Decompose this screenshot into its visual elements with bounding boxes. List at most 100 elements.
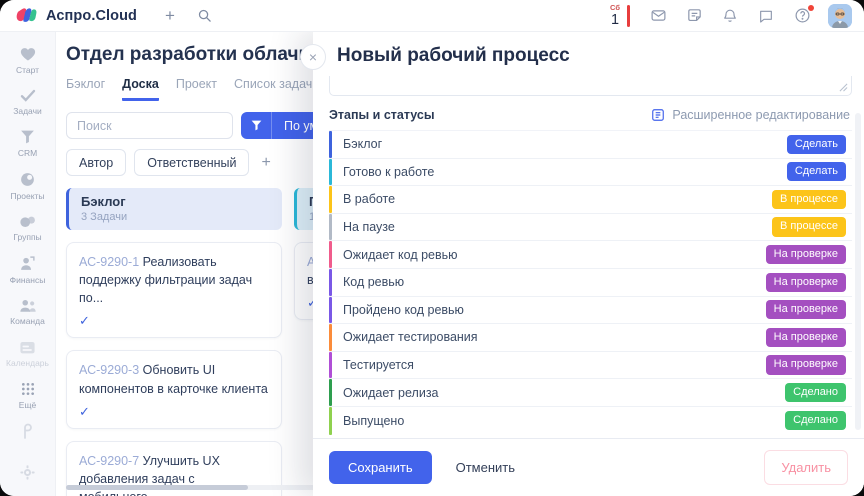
chat-button[interactable] <box>756 6 776 26</box>
projects-icon <box>19 171 36 188</box>
close-button[interactable]: × <box>300 44 326 70</box>
create-plus-button[interactable]: + <box>165 7 175 24</box>
team-icon <box>19 298 37 313</box>
calendar-icon <box>19 339 36 355</box>
modal-title: Новый рабочий процесс <box>337 45 570 66</box>
stage-name: Бэклог <box>343 137 382 151</box>
crm-icon <box>19 129 36 145</box>
status-badge[interactable]: Сделать <box>787 135 846 154</box>
sidebar-item-start[interactable]: Старт <box>0 46 55 75</box>
date-accent-bar <box>627 5 630 27</box>
kanban-column-backlog: Бэклог 3 Задачи АС-9290-1 Реализовать по… <box>66 188 282 496</box>
stage-row[interactable]: Пройдено код ревью На проверке <box>329 297 852 325</box>
topbar: Аспро.Cloud + Сб 1 <box>0 0 864 32</box>
advanced-edit-label: Расширенное редактирование <box>672 108 850 122</box>
stage-color-bar <box>329 407 332 435</box>
app-window: Аспро.Cloud + Сб 1 <box>0 0 864 496</box>
task-id: АС-9290-3 <box>79 363 139 377</box>
tab-board[interactable]: Доска <box>122 77 159 101</box>
sidebar-item-groups[interactable]: Группы <box>0 214 55 242</box>
save-button[interactable]: Сохранить <box>329 451 432 484</box>
logo-text: Аспро.Cloud <box>46 8 137 24</box>
advanced-edit-icon <box>651 108 665 122</box>
sidebar: Старт Задачи CRM Проекты Группы Финансы … <box>0 32 56 496</box>
stage-color-bar <box>329 241 332 268</box>
stage-row[interactable]: Готово к работе Сделать <box>329 159 852 187</box>
logo[interactable]: Аспро.Cloud <box>16 7 137 25</box>
stage-color-bar <box>329 352 332 379</box>
cancel-button[interactable]: Отменить <box>452 451 519 484</box>
scrollbar-thumb[interactable] <box>66 485 248 490</box>
stage-row[interactable]: Ожидает тестирования На проверке <box>329 324 852 352</box>
stage-name: На паузе <box>343 220 395 234</box>
sidebar-item-finance[interactable]: Финансы <box>0 255 55 285</box>
stage-row[interactable]: Ожидает релиза Сделано <box>329 379 852 407</box>
mail-button[interactable] <box>648 6 668 26</box>
task-card[interactable]: АС-9290-3 Обновить UI компонентов в карт… <box>66 350 282 428</box>
stage-row[interactable]: Тестируется На проверке <box>329 352 852 380</box>
stage-color-bar <box>329 159 332 186</box>
task-id: АС-9290-7 <box>79 454 139 468</box>
stage-name: Готово к работе <box>343 165 434 179</box>
column-header[interactable]: Бэклог 3 Задачи <box>66 188 282 230</box>
tab-backlog[interactable]: Бэклог <box>66 77 105 101</box>
status-badge[interactable]: Сделать <box>787 162 846 181</box>
description-textarea[interactable] <box>329 76 852 96</box>
sidebar-item-calendar[interactable]: Календарь <box>0 339 55 368</box>
stage-row[interactable]: Ожидает код ревью На проверке <box>329 241 852 269</box>
search-button[interactable] <box>197 8 212 23</box>
modal-scrollbar[interactable] <box>855 113 861 430</box>
help-button[interactable] <box>792 6 812 26</box>
stage-row[interactable]: Выпущено Сделано <box>329 407 852 435</box>
stage-color-bar <box>329 214 332 241</box>
mail-icon <box>650 7 667 24</box>
tab-project[interactable]: Проект <box>176 77 217 101</box>
sidebar-label: Проекты <box>10 191 44 201</box>
status-badge[interactable]: В процессе <box>772 217 846 236</box>
sidebar-label: Календарь <box>6 358 49 368</box>
status-badge[interactable]: На проверке <box>766 328 846 347</box>
topbar-right: Сб 1 <box>610 4 852 28</box>
status-badge[interactable]: В процессе <box>772 190 846 209</box>
stage-name: Ожидает релиза <box>343 386 439 400</box>
stage-row[interactable]: В работе В процессе <box>329 186 852 214</box>
sidebar-item-more[interactable]: Ещё <box>0 381 55 410</box>
tab-task-list[interactable]: Список задач <box>234 77 312 101</box>
delete-button[interactable]: Удалить <box>764 450 848 485</box>
calendar-date-widget[interactable]: Сб 1 <box>610 4 630 27</box>
sidebar-item-team[interactable]: Команда <box>0 298 55 326</box>
chat-icon <box>758 8 774 24</box>
status-badge[interactable]: На проверке <box>766 273 846 292</box>
notes-button[interactable] <box>684 6 704 26</box>
task-card[interactable]: АС-9290-1 Реализовать поддержку фильтрац… <box>66 242 282 338</box>
sidebar-item-apps[interactable] <box>19 423 37 446</box>
status-badge[interactable]: На проверке <box>766 300 846 319</box>
search-icon <box>197 8 212 23</box>
user-avatar[interactable] <box>828 4 852 28</box>
sidebar-item-projects[interactable]: Проекты <box>0 171 55 201</box>
status-badge[interactable]: На проверке <box>766 245 846 264</box>
bell-icon <box>722 7 738 24</box>
task-id: АС-9290-1 <box>79 255 139 269</box>
notifications-button[interactable] <box>720 6 740 26</box>
status-badge[interactable]: Сделано <box>785 411 846 430</box>
sidebar-item-crm[interactable]: CRM <box>0 129 55 158</box>
advanced-edit-link[interactable]: Расширенное редактирование <box>651 108 850 122</box>
apps-icon <box>19 423 37 441</box>
logo-icon <box>16 7 38 25</box>
sidebar-item-settings[interactable] <box>19 464 36 486</box>
board-search-input[interactable] <box>66 112 233 139</box>
stage-row[interactable]: Бэклог Сделать <box>329 131 852 159</box>
stage-row[interactable]: На паузе В процессе <box>329 214 852 242</box>
chip-author[interactable]: Автор <box>66 149 126 176</box>
stage-name: Тестируется <box>343 358 414 372</box>
notes-icon <box>686 7 703 24</box>
sidebar-label: Команда <box>10 316 45 326</box>
status-badge[interactable]: На проверке <box>766 355 846 374</box>
column-count: 3 Задачи <box>81 211 270 223</box>
status-badge[interactable]: Сделано <box>785 383 846 402</box>
chip-assignee[interactable]: Ответственный <box>134 149 249 176</box>
add-filter-button[interactable]: + <box>261 154 270 172</box>
sidebar-item-tasks[interactable]: Задачи <box>0 88 55 116</box>
stage-row[interactable]: Код ревью На проверке <box>329 269 852 297</box>
